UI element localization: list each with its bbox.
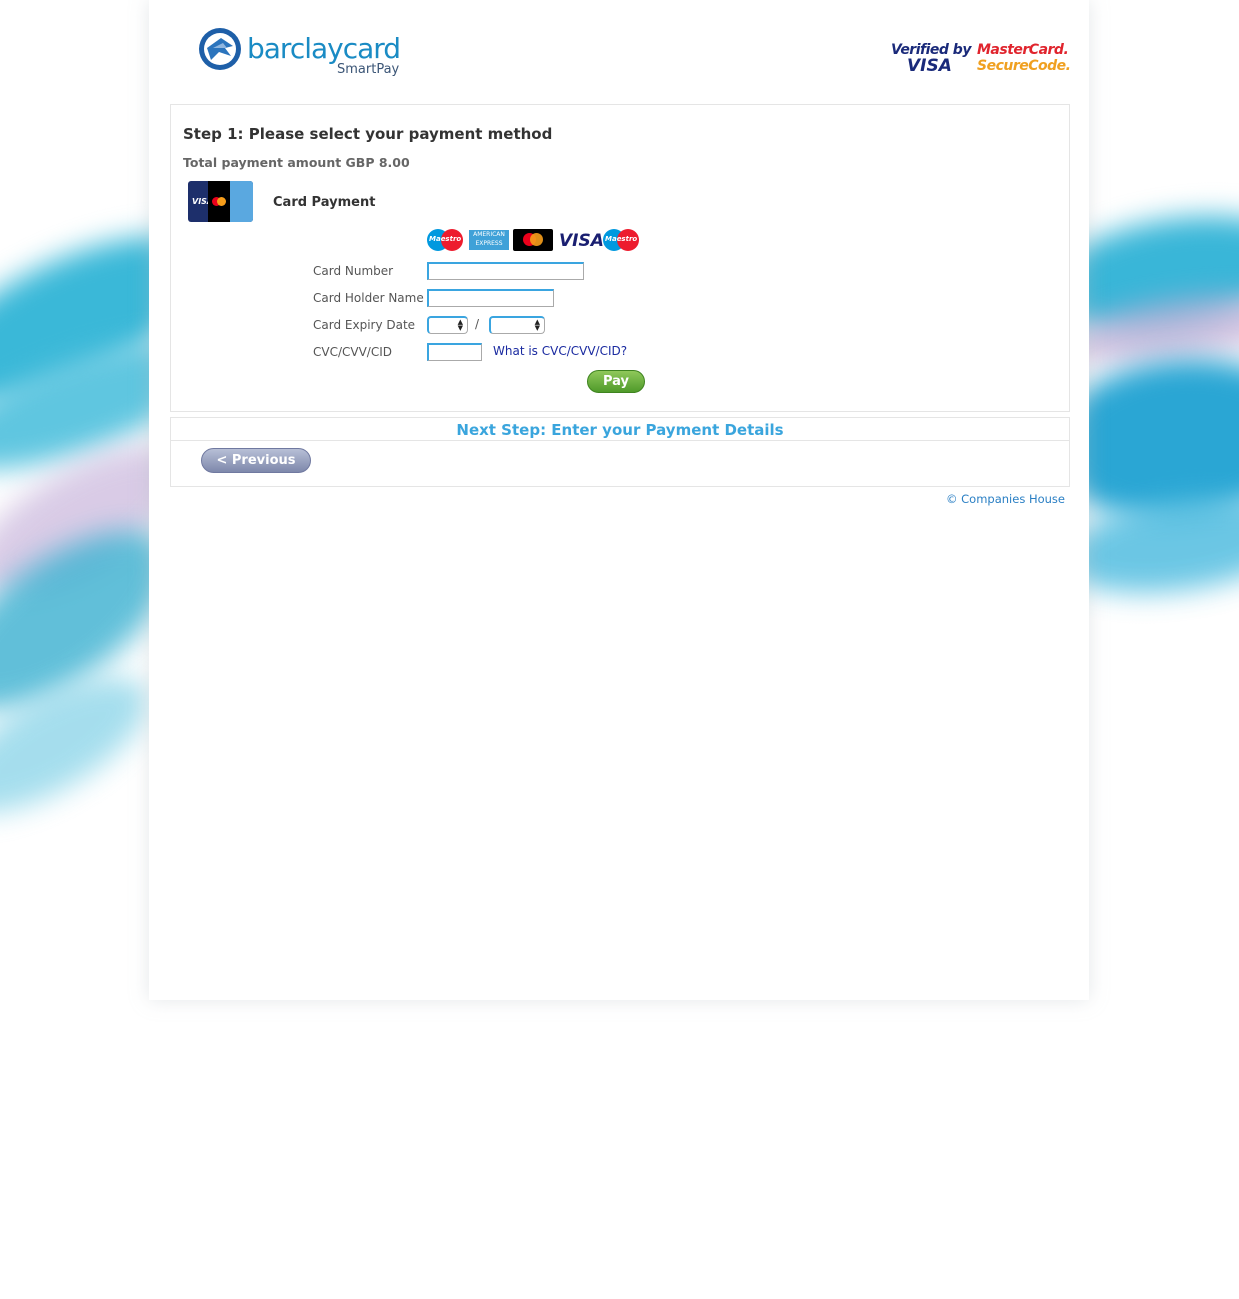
pay-button[interactable]: Pay: [587, 370, 645, 393]
expiry-separator: /: [475, 317, 480, 331]
card-number-input[interactable]: [427, 262, 584, 280]
visa-icon: VISA: [559, 231, 604, 251]
verified-by-visa-line2: VISA: [907, 56, 952, 76]
expiry-month-select[interactable]: ▲ ▼: [427, 316, 468, 334]
barclaycard-logo[interactable]: barclaycard SmartPay: [197, 26, 417, 82]
method-amex-icon: [230, 181, 253, 222]
maestro-icon: Maestro: [427, 229, 463, 251]
page-panel: barclaycard SmartPay Verified by VISA Ma…: [149, 0, 1089, 1000]
security-logos: Verified by VISA MasterCard. SecureCode.: [889, 40, 1071, 80]
cvc-help-link[interactable]: What is CVC/CVV/CID?: [493, 344, 627, 358]
card-holder-label: Card Holder Name: [313, 291, 424, 305]
payment-method-section: Step 1: Please select your payment metho…: [170, 104, 1070, 412]
logo-wordmark: barclaycard: [247, 32, 401, 65]
header: barclaycard SmartPay Verified by VISA Ma…: [149, 0, 1089, 104]
accepted-cards-row: Maestro AMERICAN EXPRESS VISA Maestro: [427, 229, 642, 253]
card-number-label: Card Number: [313, 264, 394, 278]
select-arrows-icon: ▲ ▼: [534, 318, 540, 332]
total-amount: Total payment amount GBP 8.00: [183, 155, 410, 170]
next-step-section: Next Step: Enter your Payment Details < …: [170, 417, 1070, 487]
amex-icon: AMERICAN EXPRESS: [469, 230, 509, 250]
expiry-year-select[interactable]: ▲ ▼: [489, 316, 545, 334]
step-title: Step 1: Please select your payment metho…: [183, 125, 553, 143]
mastercard-securecode-line1: MasterCard.: [977, 42, 1069, 58]
mastercard-securecode-line2: SecureCode.: [977, 58, 1071, 74]
mastercard-icon: [513, 229, 553, 251]
next-step-title: Next Step: Enter your Payment Details: [456, 421, 784, 439]
card-holder-input[interactable]: [427, 289, 554, 307]
cvc-input[interactable]: [427, 343, 482, 361]
expiry-date-label: Card Expiry Date: [313, 318, 416, 332]
card-payment-label[interactable]: Card Payment: [273, 195, 375, 210]
card-payment-icon[interactable]: VISA: [188, 181, 253, 222]
select-arrows-icon: ▲ ▼: [457, 318, 463, 332]
barclaycard-eagle-icon: [199, 28, 241, 70]
logo-subtitle: SmartPay: [337, 62, 400, 77]
maestro-icon-2: Maestro: [603, 229, 639, 251]
copyright-link[interactable]: © Companies House: [946, 492, 1065, 506]
divider: [171, 440, 1069, 441]
cvc-label: CVC/CVV/CID: [313, 345, 393, 359]
previous-button[interactable]: < Previous: [201, 448, 311, 473]
